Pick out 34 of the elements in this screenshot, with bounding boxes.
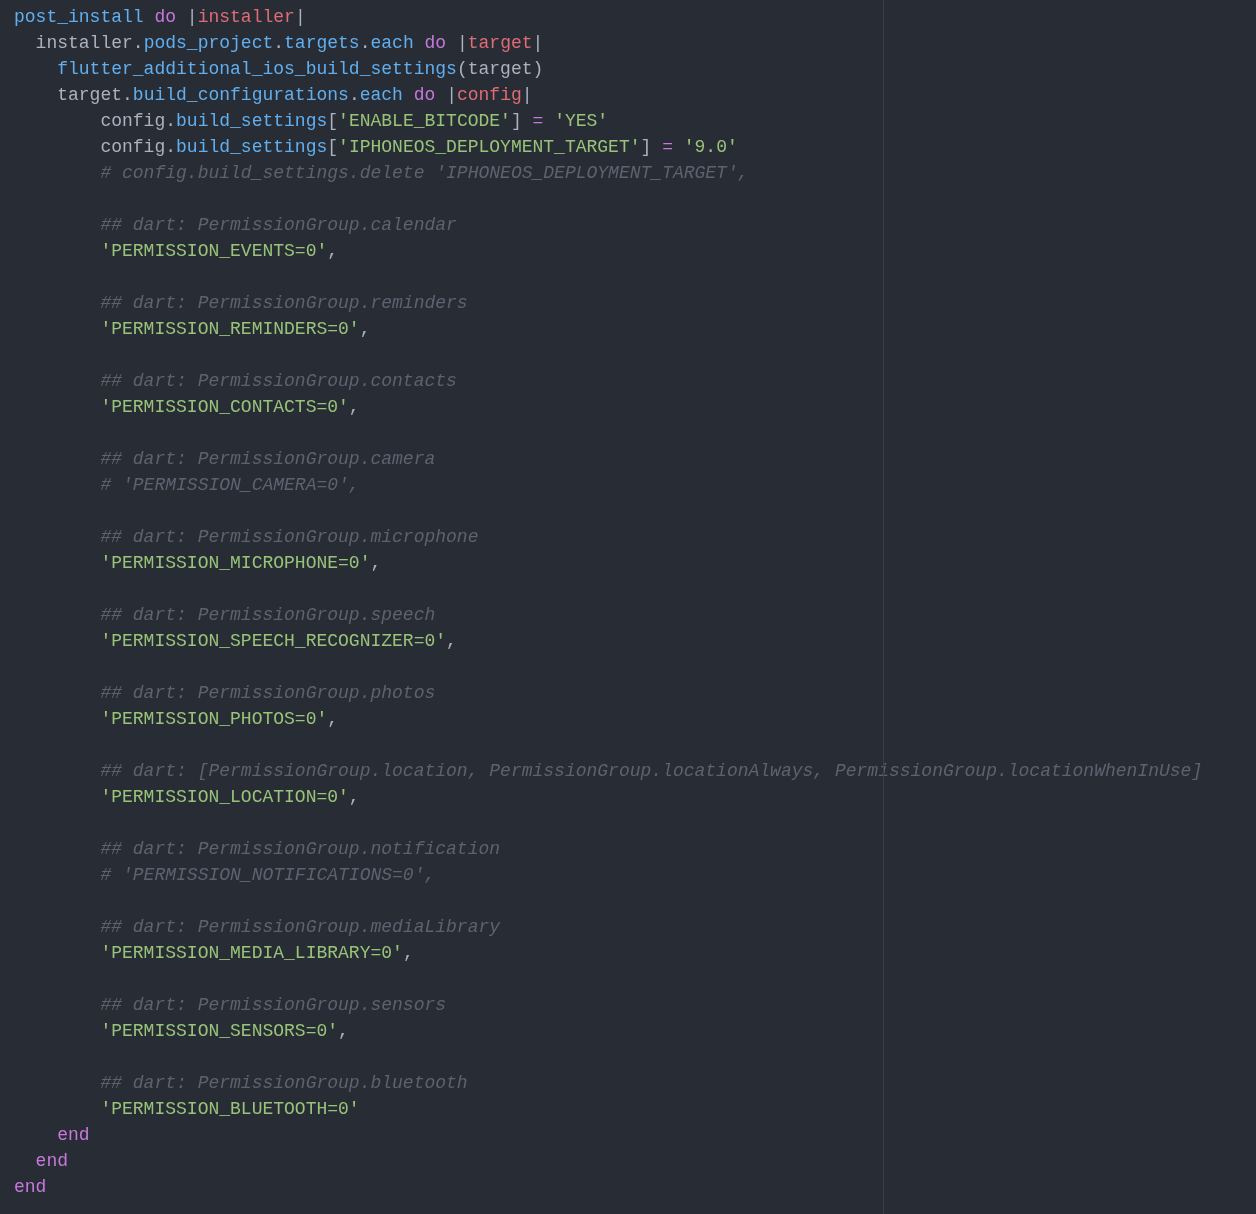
code-line: 'PERMISSION_PHOTOS=0',: [99, 708, 339, 731]
code-line: config.build_settings['ENABLE_BITCODE'] = 'YES': [99, 110, 609, 133]
code-line: ## dart: PermissionGroup.photos: [99, 682, 436, 705]
code-line: 'PERMISSION_SENSORS=0',: [99, 1020, 349, 1043]
code-line: ## dart: PermissionGroup.sensors: [99, 994, 447, 1017]
code-line: 'PERMISSION_CONTACTS=0',: [99, 396, 360, 419]
code-line: ## dart: PermissionGroup.calendar: [99, 214, 457, 237]
code-line: post_install do |installer|: [14, 6, 306, 29]
code-line: ## dart: PermissionGroup.notification: [99, 838, 501, 861]
code-line: ## dart: PermissionGroup.microphone: [99, 526, 479, 549]
code-line: # config.build_settings.delete 'IPHONEOS_DEPLOYMENT_TARGET',: [99, 162, 749, 185]
code-line: target.build_configurations.each do |config|: [56, 84, 533, 107]
code-line: ## dart: PermissionGroup.contacts: [99, 370, 457, 393]
code-line: # 'PERMISSION_CAMERA=0',: [99, 474, 360, 497]
code-line: ## dart: [PermissionGroup.location, PermissionGroup.locationAlways, PermissionGroup.locationWhenInUse]: [99, 760, 1203, 783]
code-line: 'PERMISSION_REMINDERS=0',: [99, 318, 371, 341]
code-line: ## dart: PermissionGroup.camera: [99, 448, 436, 471]
code-line: end: [56, 1124, 90, 1147]
code-line: ## dart: PermissionGroup.speech: [99, 604, 436, 627]
code-line: ## dart: PermissionGroup.bluetooth: [99, 1072, 468, 1095]
code-line: 'PERMISSION_MEDIA_LIBRARY=0',: [99, 942, 414, 965]
code-line: installer.pods_project.targets.each do |target|: [34, 32, 544, 55]
code-line: ## dart: PermissionGroup.mediaLibrary: [99, 916, 501, 939]
code-line: 'PERMISSION_BLUETOOTH=0': [99, 1098, 360, 1121]
code-line: ## dart: PermissionGroup.reminders: [99, 292, 468, 315]
code-line: end: [34, 1150, 68, 1173]
code-line: 'PERMISSION_EVENTS=0',: [99, 240, 339, 263]
code-line: end: [14, 1176, 47, 1199]
code-line: config.build_settings['IPHONEOS_DEPLOYMENT_TARGET'] = '9.0': [99, 136, 738, 159]
code-line: flutter_additional_ios_build_settings(target): [56, 58, 544, 81]
code-line: 'PERMISSION_MICROPHONE=0',: [99, 552, 382, 575]
code-line: 'PERMISSION_LOCATION=0',: [99, 786, 360, 809]
code-line: # 'PERMISSION_NOTIFICATIONS=0',: [99, 864, 436, 887]
code-line: 'PERMISSION_SPEECH_RECOGNIZER=0',: [99, 630, 457, 653]
